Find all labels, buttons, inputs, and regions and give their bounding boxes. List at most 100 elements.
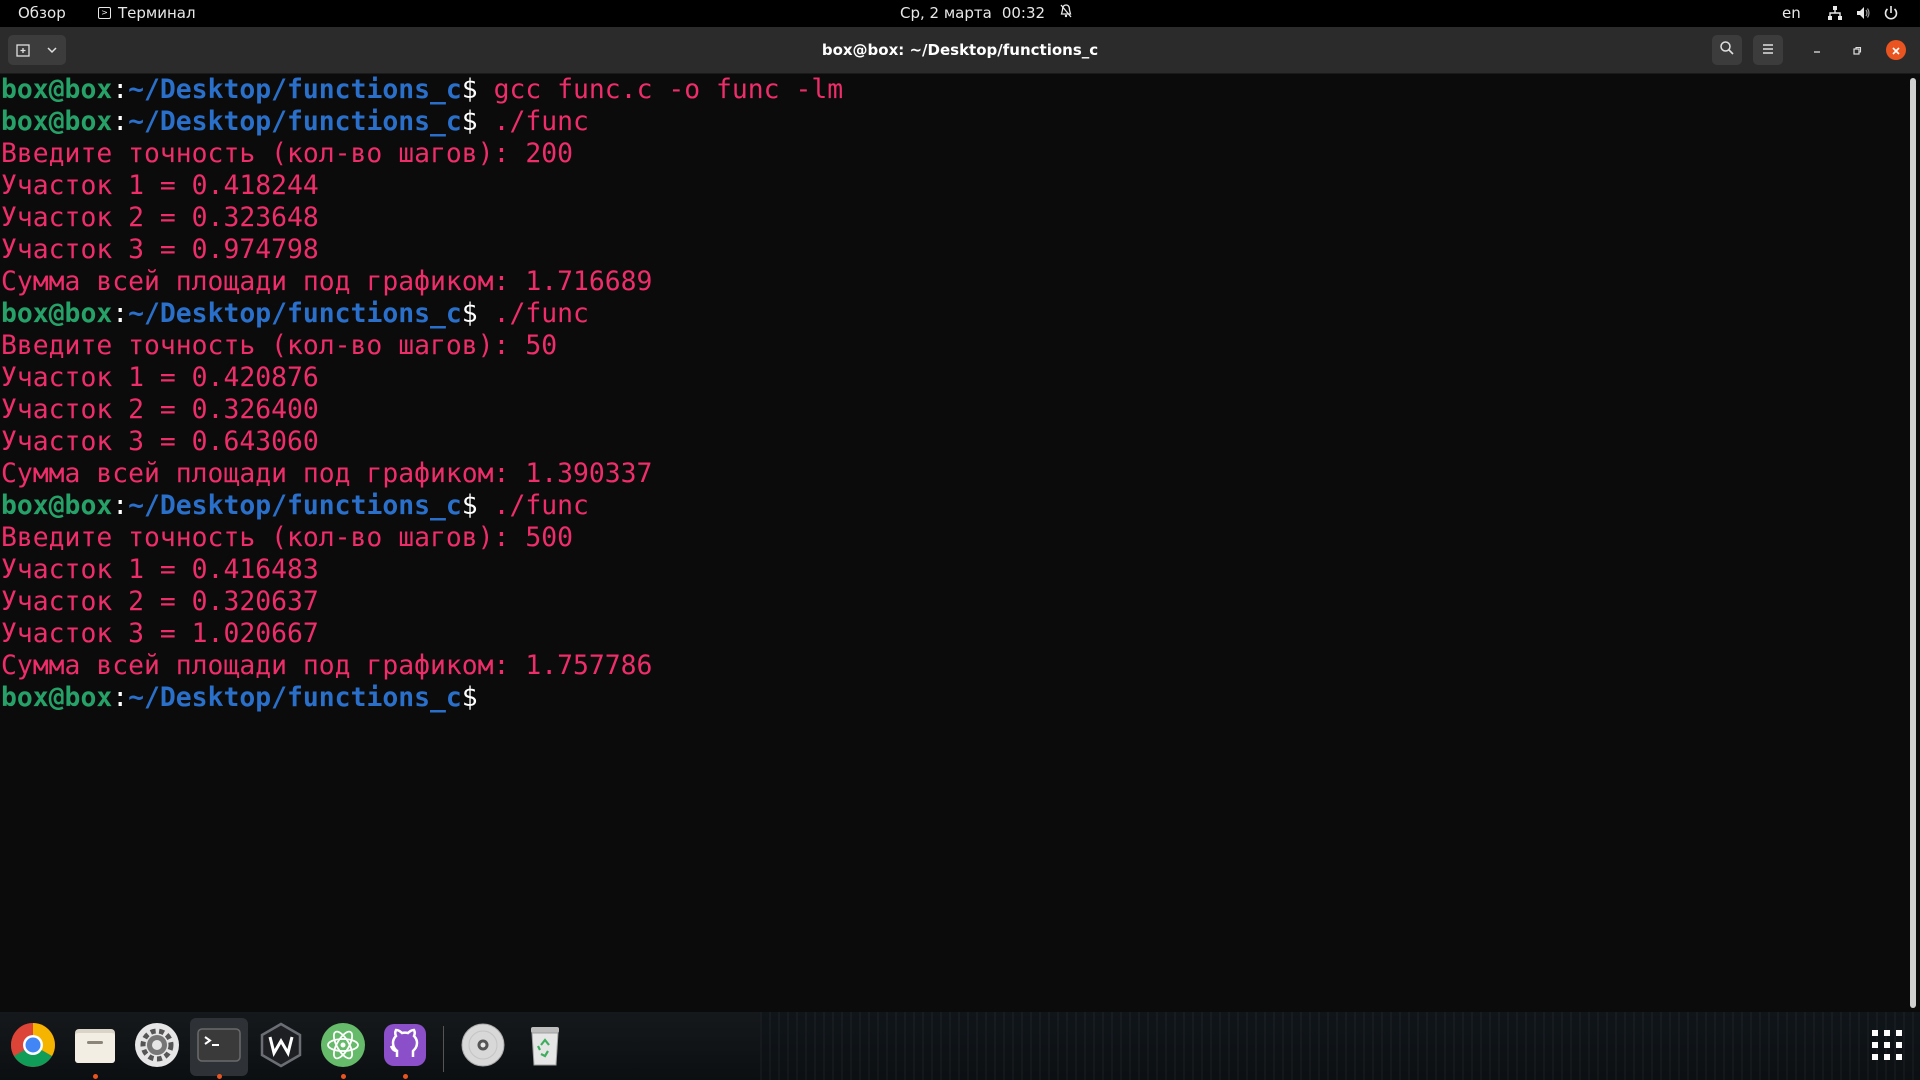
clock[interactable]: Ср, 2 марта 00:32: [900, 4, 1073, 22]
github-desktop-icon: [381, 1021, 429, 1073]
terminal-header-bar: box@box: ~/Desktop/functions_c: [0, 27, 1920, 74]
prompt-user-host: box@box: [1, 74, 113, 105]
output-text: Участок 3 = 0.643060: [1, 426, 319, 457]
dock-item-webstorm[interactable]: [252, 1018, 310, 1076]
running-indicator: [341, 1074, 346, 1079]
output-text: Участок 1 = 0.416483: [1, 554, 319, 585]
dock-item-settings[interactable]: [128, 1018, 186, 1076]
terminal-output-area[interactable]: box@box:~/Desktop/functions_c$ gcc func.…: [0, 74, 1908, 1010]
top-bar: Обзор > Терминал Ср, 2 марта 00:32 en: [0, 0, 1920, 27]
terminal-output-line: Участок 1 = 0.416483: [1, 554, 1908, 586]
minimize-button[interactable]: [1807, 40, 1827, 60]
prompt-command: gcc func.c -o func -lm: [477, 74, 844, 105]
prompt-user-host: box@box: [1, 490, 113, 521]
output-text: Сумма всей площади под графиком: 1.39033…: [1, 458, 653, 489]
output-text: Введите точность (кол-во шагов): 50: [1, 330, 558, 361]
prompt-path: ~/Desktop/functions_c: [128, 490, 462, 521]
dock-item-terminal[interactable]: [190, 1018, 248, 1079]
terminal-prompt-line: box@box:~/Desktop/functions_c$ ./func: [1, 490, 1908, 522]
terminal-prompt-line: box@box:~/Desktop/functions_c$ ./func: [1, 106, 1908, 138]
search-button[interactable]: [1712, 35, 1742, 65]
wallpaper-strip: [760, 1012, 1920, 1080]
prompt-colon: :: [112, 74, 129, 105]
output-text: Участок 3 = 0.974798: [1, 234, 319, 265]
search-icon: [1719, 40, 1735, 60]
atom-icon: [319, 1021, 367, 1073]
dock-item-files[interactable]: [66, 1018, 124, 1079]
terminal-prompt-line: box@box:~/Desktop/functions_c$: [1, 682, 1908, 714]
output-text: Участок 1 = 0.418244: [1, 170, 319, 201]
terminal-lines: box@box:~/Desktop/functions_c$ gcc func.…: [0, 74, 1908, 714]
clock-date: Ср, 2 марта: [900, 4, 992, 22]
menu-button[interactable]: [1753, 35, 1783, 65]
prompt-colon: :: [112, 682, 129, 713]
volume-icon: [1854, 4, 1872, 22]
prompt-path: ~/Desktop/functions_c: [128, 74, 462, 105]
files-icon: [71, 1021, 119, 1073]
dock-item-chrome[interactable]: [4, 1018, 62, 1076]
activities-button[interactable]: Обзор: [18, 4, 66, 22]
running-indicator: [217, 1074, 222, 1079]
terminal-output-line: Сумма всей площади под графиком: 1.71668…: [1, 266, 1908, 298]
output-text: Участок 3 = 1.020667: [1, 618, 319, 649]
terminal-app-icon: >: [98, 7, 111, 19]
app-menu-label: Терминал: [118, 4, 196, 22]
restore-icon: [1852, 41, 1862, 60]
prompt-symbol: $: [461, 490, 478, 521]
prompt-user-host: box@box: [1, 106, 113, 137]
close-icon: [1891, 41, 1901, 60]
terminal-output-line: Участок 2 = 0.320637: [1, 586, 1908, 618]
hamburger-icon: [1761, 41, 1775, 60]
dock: [0, 1012, 1920, 1080]
prompt-symbol: $: [461, 74, 478, 105]
terminal-output-line: Участок 2 = 0.326400: [1, 394, 1908, 426]
show-apps-button[interactable]: [1858, 1018, 1916, 1076]
chevron-down-icon[interactable]: [37, 35, 66, 65]
new-tab-button-group: [8, 35, 66, 65]
prompt-colon: :: [112, 298, 129, 329]
new-tab-icon[interactable]: [8, 35, 37, 65]
maximize-button[interactable]: [1847, 40, 1867, 60]
notifications-off-icon: [1059, 4, 1073, 22]
terminal-output-line: Участок 2 = 0.323648: [1, 202, 1908, 234]
output-text: Сумма всей площади под графиком: 1.75778…: [1, 650, 653, 681]
dock-item-github-desktop[interactable]: [376, 1018, 434, 1079]
terminal-scrollbar[interactable]: [1910, 78, 1916, 1008]
terminal-icon: [195, 1021, 243, 1073]
prompt-path: ~/Desktop/functions_c: [128, 682, 462, 713]
terminal-output-line: Введите точность (кол-во шагов): 200: [1, 138, 1908, 170]
prompt-colon: :: [112, 106, 129, 137]
clock-time: 00:32: [1001, 4, 1046, 22]
disc-icon: [459, 1021, 507, 1073]
webstorm-icon: [257, 1021, 305, 1073]
dock-item-trash[interactable]: [516, 1018, 574, 1076]
terminal-output-line: Участок 1 = 0.420876: [1, 362, 1908, 394]
chrome-icon: [9, 1021, 57, 1073]
prompt-command: ./func: [477, 490, 589, 521]
dock-item-atom[interactable]: [314, 1018, 372, 1079]
network-wired-icon: [1826, 4, 1844, 22]
output-text: Сумма всей площади под графиком: 1.71668…: [1, 266, 653, 297]
prompt-command: ./func: [477, 298, 589, 329]
window-title: box@box: ~/Desktop/functions_c: [821, 41, 1099, 59]
prompt-path: ~/Desktop/functions_c: [128, 106, 462, 137]
output-text: Участок 2 = 0.323648: [1, 202, 319, 233]
settings-icon: [133, 1021, 181, 1073]
dock-item-disc[interactable]: [454, 1018, 512, 1076]
keyboard-layout-indicator[interactable]: en: [1782, 4, 1801, 22]
prompt-symbol: $: [461, 298, 478, 329]
system-status-area[interactable]: [1826, 4, 1900, 22]
app-grid-icon: [1870, 1028, 1904, 1066]
output-text: Участок 2 = 0.326400: [1, 394, 319, 425]
terminal-output-line: Участок 1 = 0.418244: [1, 170, 1908, 202]
terminal-prompt-line: box@box:~/Desktop/functions_c$ gcc func.…: [1, 74, 1908, 106]
terminal-output-line: Сумма всей площади под графиком: 1.75778…: [1, 650, 1908, 682]
dock-separator: [443, 1026, 444, 1072]
close-button[interactable]: [1886, 40, 1906, 60]
app-menu[interactable]: > Терминал: [98, 4, 196, 22]
prompt-symbol: $: [461, 682, 478, 713]
output-text: Участок 1 = 0.420876: [1, 362, 319, 393]
terminal-output-line: Участок 3 = 1.020667: [1, 618, 1908, 650]
output-text: Участок 2 = 0.320637: [1, 586, 319, 617]
trash-icon: [521, 1021, 569, 1073]
